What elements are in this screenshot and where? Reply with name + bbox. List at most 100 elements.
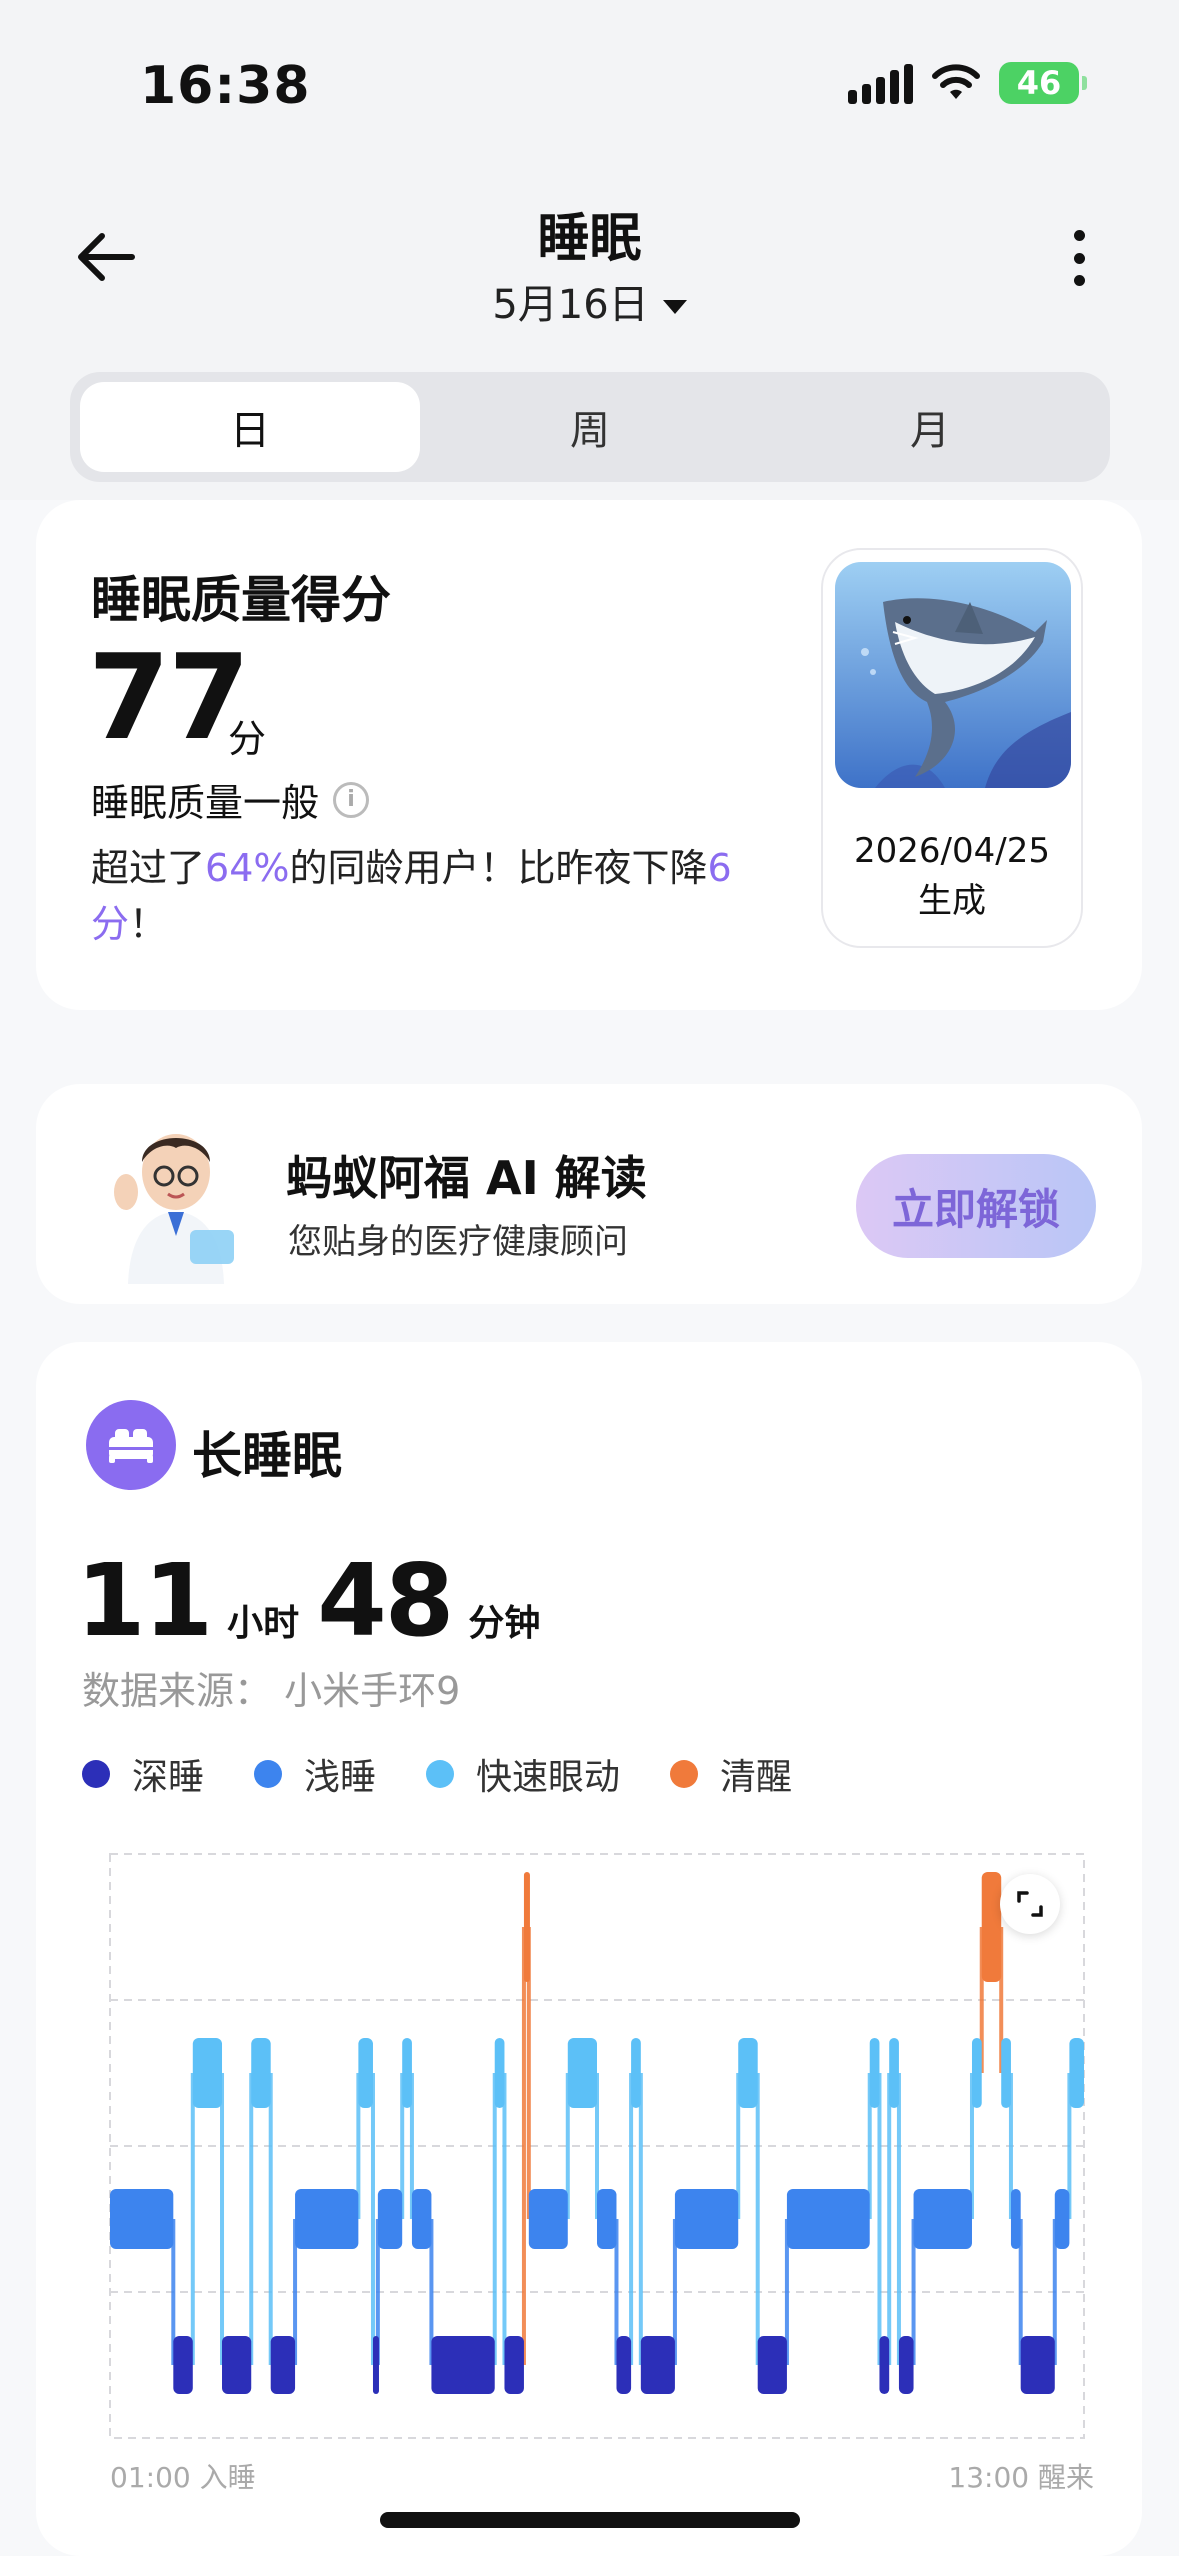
- sleep-stage-chart[interactable]: 01:00 入睡 13:00 醒来: [36, 1842, 1142, 2522]
- stage-bar: [192, 2038, 223, 2108]
- page-title: 睡眠: [537, 209, 642, 269]
- stage-transition: [249, 2073, 254, 2365]
- score-description: 超过了64%的同龄用户！比昨夜下降6分！: [91, 846, 732, 946]
- status-icons: 46: [848, 62, 1087, 104]
- more-options-icon[interactable]: [1069, 230, 1089, 286]
- x-axis-start-label: 01:00 入睡: [110, 2461, 256, 2494]
- sleep-title: 长睡眠: [192, 1427, 342, 1485]
- stage-transition: [887, 2073, 892, 2365]
- stage-transition: [220, 2073, 225, 2365]
- tab-day[interactable]: 日: [80, 382, 420, 472]
- stage-bar: [1020, 2336, 1055, 2394]
- stage-bar: [411, 2189, 432, 2249]
- stage-chart-svg: [109, 1853, 1085, 2439]
- ai-subtitle: 您贴身的医疗健康顾问: [288, 1222, 628, 1262]
- shark-illustration: [835, 562, 1071, 788]
- stage-bar: [504, 2336, 524, 2394]
- stage-bar: [251, 2038, 271, 2108]
- stage-transition: [638, 2073, 643, 2365]
- score-value: 77: [88, 628, 250, 766]
- stage-transition: [268, 2073, 273, 2365]
- legend-light: 浅睡: [254, 1748, 376, 1800]
- ai-interpretation-card[interactable]: 蚂蚁阿福 AI 解读 您贴身的医疗健康顾问 立即解锁: [36, 1084, 1142, 1304]
- stage-transition: [370, 2073, 375, 2365]
- stage-bar: [358, 2038, 373, 2108]
- stage-bar: [738, 2038, 758, 2108]
- stage-bar: [597, 2189, 617, 2249]
- score-title: 睡眠质量得分: [91, 571, 391, 629]
- stage-bar: [494, 2038, 505, 2108]
- wifi-icon: [932, 64, 980, 99]
- stage-bar: [222, 2336, 252, 2394]
- stage-bar: [377, 2189, 403, 2249]
- chart-legend: 深睡 浅睡 快速眼动 清醒: [82, 1748, 842, 1800]
- score-unit: 分: [228, 717, 267, 761]
- stage-transition: [492, 2073, 497, 2365]
- stage-bar: [1010, 2189, 1021, 2249]
- stage-bar: [431, 2336, 495, 2394]
- stage-bar: [640, 2336, 675, 2394]
- stage-transition: [877, 2073, 882, 2365]
- unlock-button[interactable]: 立即解锁: [856, 1154, 1096, 1258]
- stage-transition: [190, 2073, 195, 2365]
- stage-bar: [1054, 2189, 1070, 2249]
- tab-week[interactable]: 周: [420, 382, 760, 472]
- date-selector[interactable]: 5月16日: [0, 272, 1179, 330]
- legend-deep: 深睡: [82, 1748, 204, 1800]
- sleep-animal-card[interactable]: 2026/04/25 生成: [821, 548, 1083, 948]
- duration-minutes-unit: 分钟: [468, 1603, 541, 1644]
- doctor-avatar-icon: [114, 1134, 234, 1284]
- stage-bar: [270, 2336, 296, 2394]
- bed-icon: [86, 1400, 176, 1490]
- tab-month[interactable]: 月: [760, 382, 1100, 472]
- duration-hours-unit: 小时: [227, 1603, 300, 1644]
- stage-bar: [295, 2189, 359, 2249]
- status-time: 16:38: [140, 56, 311, 116]
- dropdown-triangle-icon: [662, 300, 687, 314]
- stage-bar: [913, 2189, 972, 2249]
- expand-icon[interactable]: [1000, 1874, 1060, 1934]
- date-label: 5月16日: [492, 282, 649, 328]
- battery-icon: 46: [999, 62, 1087, 104]
- score-level-text: 睡眠质量一般: [91, 781, 320, 825]
- stage-transition: [629, 2073, 634, 2365]
- stage-bar: [898, 2336, 914, 2394]
- stage-bar: [879, 2336, 890, 2394]
- info-icon[interactable]: i: [333, 781, 370, 818]
- stage-transition: [502, 2073, 507, 2365]
- score-level: 睡眠质量一般 i: [91, 772, 370, 827]
- data-source: 数据来源： 小米手环9: [82, 1669, 461, 1713]
- stage-bar: [402, 2038, 412, 2108]
- stage-transition: [521, 1927, 526, 2365]
- stage-bar: [981, 1872, 1002, 1982]
- x-axis-end-label: 13:00 醒来: [948, 2461, 1094, 2494]
- stage-transition: [755, 2073, 760, 2365]
- stage-bar: [786, 2189, 870, 2249]
- ai-title: 蚂蚁阿福 AI 解读: [286, 1151, 647, 1205]
- legend-awake: 清醒: [670, 1748, 792, 1800]
- image-generated-date: 2026/04/25 生成: [854, 831, 1050, 921]
- period-tabs: 日 周 月: [70, 372, 1110, 482]
- stage-bar: [631, 2038, 641, 2108]
- stage-bar: [674, 2189, 739, 2249]
- stage-bar: [523, 1872, 530, 1982]
- stage-bar: [110, 2189, 174, 2249]
- stage-bar: [869, 2038, 880, 2108]
- stage-bar: [616, 2336, 632, 2394]
- long-sleep-card: 长睡眠 11 小时 48 分钟 数据来源： 小米手环9 深睡 浅睡 快速眼动 清…: [36, 1342, 1142, 2556]
- stage-bar: [372, 2336, 379, 2394]
- sleep-duration: 11 小时 48 分钟: [76, 1542, 558, 1659]
- duration-hours: 11: [76, 1542, 213, 1659]
- stage-bar: [889, 2038, 899, 2108]
- cellular-signal-icon: [848, 62, 913, 104]
- stage-transition: [896, 2073, 901, 2365]
- stage-bar: [173, 2336, 193, 2394]
- stage-bar: [567, 2038, 597, 2108]
- home-indicator[interactable]: [380, 2512, 800, 2528]
- legend-rem: 快速眼动: [426, 1748, 620, 1800]
- stage-bar: [1069, 2038, 1084, 2108]
- stage-bar: [1001, 2038, 1011, 2108]
- stage-bar: [528, 2189, 568, 2249]
- percent-highlight: 64%: [205, 846, 290, 890]
- stage-bar: [971, 2038, 982, 2108]
